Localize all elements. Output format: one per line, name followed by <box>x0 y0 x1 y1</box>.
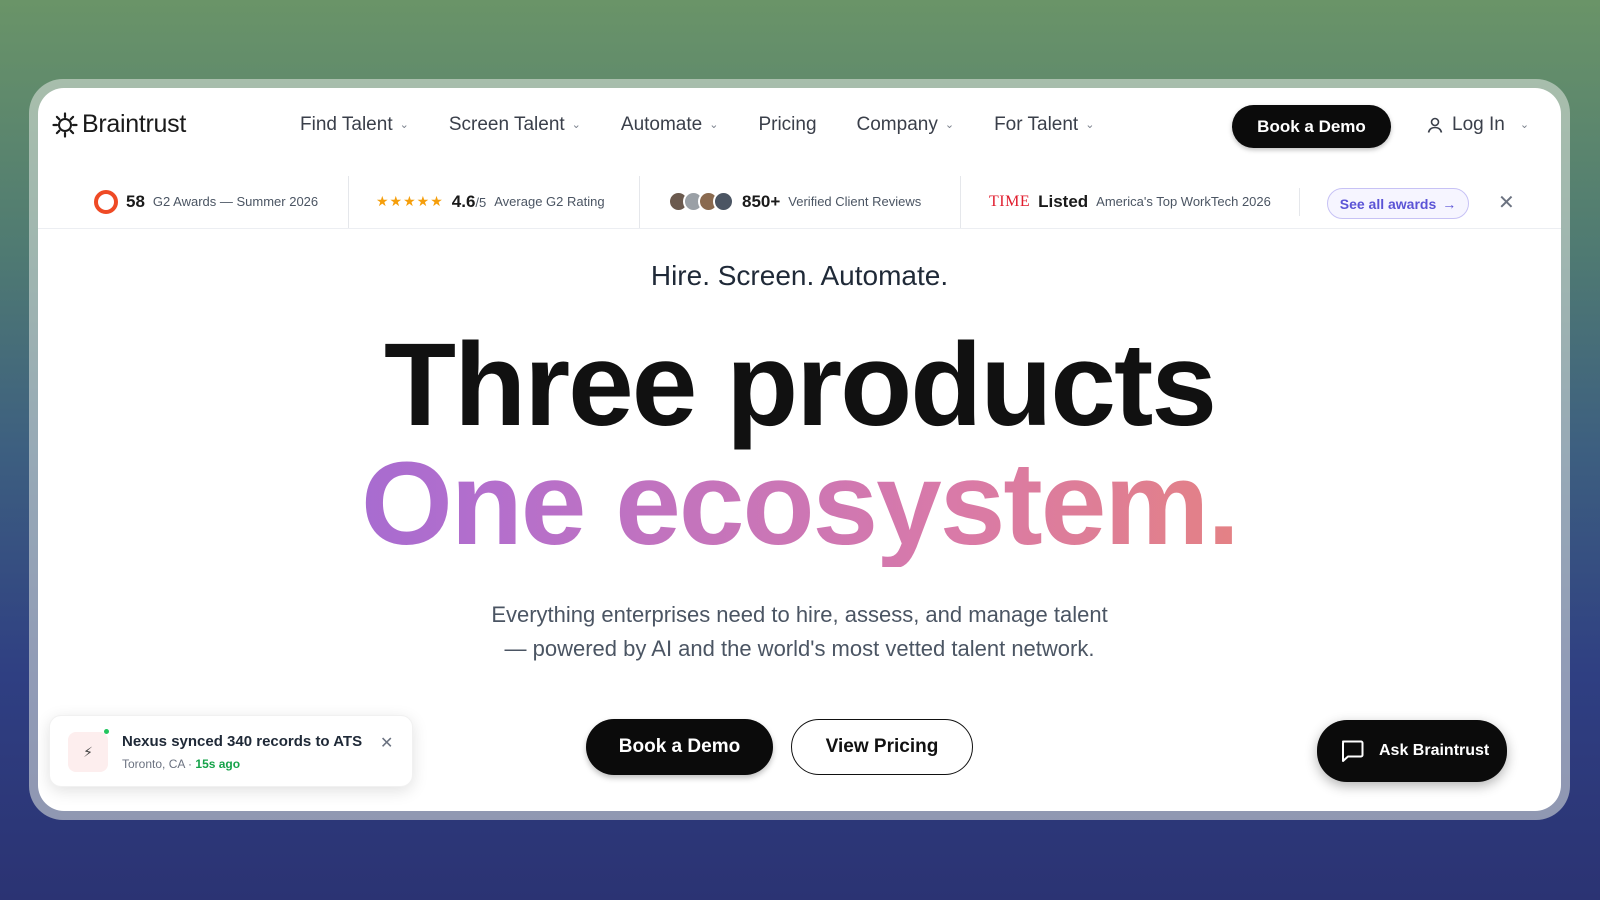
hero-headline-line-1: Three products <box>384 319 1217 451</box>
rating-text: Average G2 Rating <box>494 194 605 209</box>
nav-company[interactable]: Company ⌄ <box>857 114 955 136</box>
reviews-count: 850+ <box>742 191 781 211</box>
nav-company-label: Company <box>856 114 938 135</box>
g2-awards-count: 58 <box>126 191 145 211</box>
nav-for-talent[interactable]: For Talent ⌄ <box>994 114 1094 136</box>
divider <box>960 176 961 228</box>
nav-pricing-label: Pricing <box>758 114 817 135</box>
divider <box>639 176 640 228</box>
user-icon <box>1427 117 1443 133</box>
ask-braintrust-button[interactable]: Ask Braintrust <box>1317 720 1507 782</box>
login-label: Log In <box>1452 114 1505 135</box>
g2-awards-text: G2 Awards — Summer 2026 <box>152 194 319 209</box>
rating-value: 4.6/5 <box>452 192 486 212</box>
hero-tagline: Hire. Screen. Automate. <box>650 260 949 291</box>
rating-number: 4.6 <box>451 191 476 211</box>
nav-automate-label: Automate <box>620 114 703 135</box>
nav-book-demo-button[interactable]: Book a Demo <box>1232 105 1391 148</box>
award-g2: 58 G2 Awards — Summer 2026 <box>94 174 318 229</box>
see-all-awards-button[interactable]: See all awards → <box>1327 188 1469 219</box>
chevron-down-icon: ⌄ <box>709 118 719 131</box>
toast-time: 15s ago <box>195 757 241 771</box>
nav-find-talent-label: Find Talent <box>300 114 393 135</box>
chevron-down-icon: ⌄ <box>1519 118 1530 131</box>
top-nav: Braintrust Find Talent ⌄ Screen Talent ⌄… <box>38 88 1561 162</box>
close-icon[interactable]: ✕ <box>1498 190 1515 215</box>
award-rating: ★★★★★ 4.6/5 Average G2 Rating <box>376 174 605 229</box>
nav-for-talent-label: For Talent <box>994 114 1079 135</box>
browser-window: Braintrust Find Talent ⌄ Screen Talent ⌄… <box>38 88 1561 811</box>
hero-headline-gradient-text: One ecosystem. <box>360 438 1239 570</box>
awards-strip: 58 G2 Awards — Summer 2026 ★★★★★ 4.6/5 A… <box>38 174 1561 229</box>
nav-screen-talent-label: Screen Talent <box>448 114 565 135</box>
nav-pricing[interactable]: Pricing <box>758 114 816 136</box>
nav-screen-talent[interactable]: Screen Talent ⌄ <box>449 114 581 136</box>
sync-notification-toast: ⚡ Nexus synced 340 records to ATS Toront… <box>49 715 413 787</box>
toast-location: Toronto, CA <box>122 757 185 771</box>
divider <box>1299 188 1300 216</box>
chat-bubble-icon <box>1342 740 1364 762</box>
brand-logo[interactable]: Braintrust <box>52 110 186 139</box>
avatar <box>713 191 734 212</box>
toast-meta: Toronto, CA · 15s ago <box>122 757 240 771</box>
nav-automate[interactable]: Automate ⌄ <box>621 114 719 136</box>
rating-denominator: /5 <box>475 194 487 210</box>
close-icon[interactable]: ✕ <box>380 733 393 753</box>
hero-subtitle-line-2: — powered by AI and the world's most vet… <box>504 636 1095 661</box>
nav-links: Find Talent ⌄ Screen Talent ⌄ Automate ⌄… <box>300 114 1134 136</box>
hero-book-demo-button[interactable]: Book a Demo <box>586 719 773 775</box>
hero-subtitle-line-1: Everything enterprises need to hire, ass… <box>491 602 1108 627</box>
reviews-text: Verified Client Reviews <box>788 194 922 209</box>
hero-subtitle: Everything enterprises need to hire, ass… <box>38 598 1561 666</box>
login-menu[interactable]: Log In ⌄ <box>1426 114 1529 136</box>
time-text: America's Top WorkTech 2026 <box>1096 194 1271 209</box>
bolt-icon: ⚡ <box>68 732 108 772</box>
hero-headline-line-2: One ecosystem. <box>38 443 1561 567</box>
live-status-dot <box>104 729 109 734</box>
time-logo: TIME <box>989 192 1031 210</box>
award-reviews: 850+ Verified Client Reviews <box>668 174 921 229</box>
toast-separator: · <box>188 757 193 771</box>
hero-view-pricing-button[interactable]: View Pricing <box>791 719 973 775</box>
chevron-down-icon: ⌄ <box>571 118 581 131</box>
nav-find-talent[interactable]: Find Talent ⌄ <box>300 114 409 136</box>
ask-braintrust-label: Ask Braintrust <box>1379 742 1490 759</box>
chevron-down-icon: ⌄ <box>944 118 955 131</box>
toast-title: Nexus synced 340 records to ATS <box>122 733 363 750</box>
star-rating-icon: ★★★★★ <box>376 193 444 209</box>
reviewer-avatars <box>668 191 734 212</box>
see-all-awards-label: See all awards <box>1339 195 1437 212</box>
arrow-right-icon: → <box>1442 195 1457 212</box>
window-frame: Braintrust Find Talent ⌄ Screen Talent ⌄… <box>29 79 1570 820</box>
time-listed: Listed <box>1038 191 1089 211</box>
brand-name: Braintrust <box>82 110 186 138</box>
sun-gear-icon <box>52 111 78 138</box>
divider <box>348 176 349 228</box>
award-time: TIME Listed America's Top WorkTech 2026 <box>989 174 1271 229</box>
chevron-down-icon: ⌄ <box>1085 118 1095 131</box>
chevron-down-icon: ⌄ <box>399 118 409 131</box>
g2-logo-icon <box>94 189 118 214</box>
